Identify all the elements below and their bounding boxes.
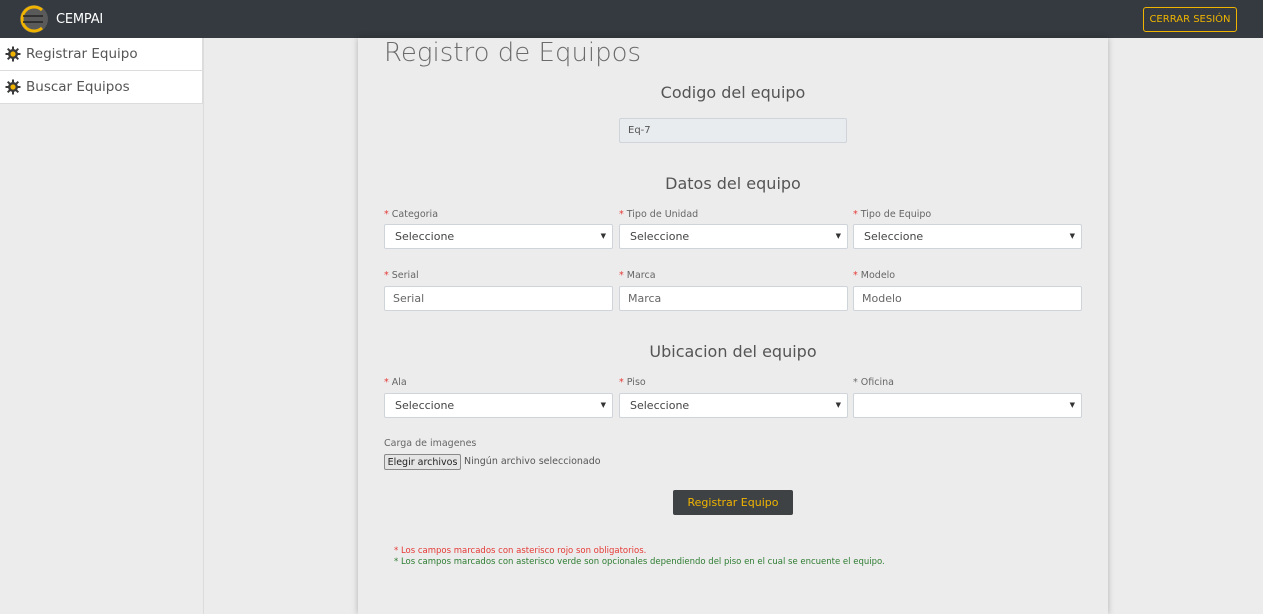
caret-down-icon: ▼ [1069, 232, 1075, 240]
brand[interactable]: CEMPAI [19, 4, 103, 34]
modelo-input[interactable]: Modelo [853, 286, 1082, 311]
tipo-unidad-label: * Tipo de Unidad [619, 209, 699, 220]
logout-button[interactable]: CERRAR SESIÓN [1143, 7, 1237, 32]
serial-label: * Serial [384, 270, 419, 281]
choose-files-button[interactable]: Elegir archivos [384, 454, 461, 470]
oficina-label: * Oficina [853, 377, 894, 388]
categoria-label: * Categoria [384, 209, 439, 220]
sidebar: Registrar Equipo Buscar Equipos [0, 38, 204, 614]
caret-down-icon: ▼ [835, 401, 841, 409]
piso-select[interactable]: Seleccione ▼ [619, 393, 848, 418]
caret-down-icon: ▼ [600, 232, 606, 240]
caret-down-icon: ▼ [1069, 401, 1075, 409]
optional-fields-note: * Los campos marcados con asterisco verd… [394, 557, 885, 567]
gear-icon [5, 46, 21, 62]
page-title: Registro de Equipos [384, 38, 642, 68]
marca-label: * Marca [619, 270, 656, 281]
required-fields-note: * Los campos marcados con asterisco rojo… [394, 546, 647, 556]
modelo-label: * Modelo [853, 270, 896, 281]
top-navbar: CEMPAI CERRAR SESIÓN [0, 0, 1263, 38]
register-equipment-button[interactable]: Registrar Equipo [673, 490, 793, 515]
upload-label: Carga de imagenes [384, 438, 477, 449]
categoria-select[interactable]: Seleccione ▼ [384, 224, 613, 249]
caret-down-icon: ▼ [600, 401, 606, 409]
sidebar-item-buscar-equipos[interactable]: Buscar Equipos [0, 71, 203, 104]
brand-name: CEMPAI [56, 11, 104, 27]
equipment-code-field: Eq-7 [619, 118, 847, 143]
sidebar-item-registrar-equipo[interactable]: Registrar Equipo [0, 38, 203, 71]
form-card: Registro de Equipos Codigo del equipo Eq… [358, 38, 1108, 614]
marca-input[interactable]: Marca [619, 286, 848, 311]
sidebar-item-label: Buscar Equipos [26, 79, 130, 95]
logo-icon [20, 5, 48, 33]
section-title-ubicacion: Ubicacion del equipo [649, 342, 817, 361]
serial-input[interactable]: Serial [384, 286, 613, 311]
sidebar-item-label: Registrar Equipo [26, 46, 138, 62]
ala-label: * Ala [384, 377, 407, 388]
section-title-datos: Datos del equipo [665, 174, 801, 193]
gear-icon [5, 79, 21, 95]
caret-down-icon: ▼ [835, 232, 841, 240]
tipo-equipo-label: * Tipo de Equipo [853, 209, 932, 220]
piso-label: * Piso [619, 377, 646, 388]
ala-select[interactable]: Seleccione ▼ [384, 393, 613, 418]
tipo-unidad-select[interactable]: Seleccione ▼ [619, 224, 848, 249]
section-title-codigo: Codigo del equipo [660, 83, 806, 102]
tipo-equipo-select[interactable]: Seleccione ▼ [853, 224, 1082, 249]
file-status: Ningún archivo seleccionado [464, 456, 601, 467]
oficina-select[interactable]: ▼ [853, 393, 1082, 418]
